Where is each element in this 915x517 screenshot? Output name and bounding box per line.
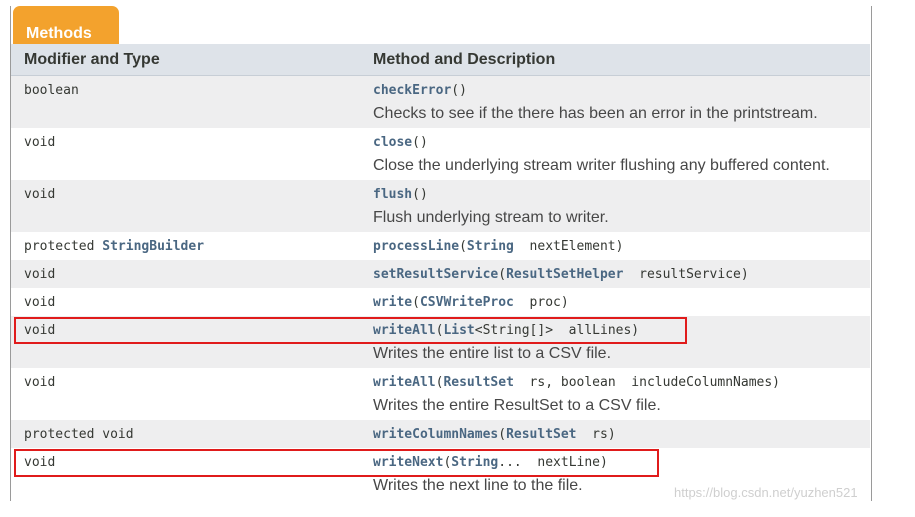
modifier-type: void xyxy=(24,375,56,390)
table-row: void flush() Flush underlying stream to … xyxy=(11,180,870,232)
highlight-box-writeAll xyxy=(14,317,687,344)
method-signature: processLine(String nextElement) xyxy=(373,239,624,254)
method-link-flush[interactable]: flush xyxy=(373,187,412,202)
modifier-type: protected StringBuilder xyxy=(24,239,205,254)
header-method-and-description: Method and Description xyxy=(373,51,556,68)
modifier-type: void xyxy=(24,295,56,310)
watermark: https://blog.csdn.net/yuzhen521 xyxy=(674,485,858,500)
method-signature: writeAll(ResultSet rs, boolean includeCo… xyxy=(373,375,781,390)
table-row: protected StringBuilder processLine(Stri… xyxy=(11,232,870,260)
methods-tab-label: Methods xyxy=(26,25,92,42)
method-link-writeAll[interactable]: writeAll xyxy=(373,375,436,390)
method-link-close[interactable]: close xyxy=(373,135,412,150)
method-description: Checks to see if the there has been an e… xyxy=(373,105,818,122)
method-description: Flush underlying stream to writer. xyxy=(373,209,609,226)
type-link-ResultSetHelper[interactable]: ResultSetHelper xyxy=(506,267,623,282)
header-modifier-and-type: Modifier and Type xyxy=(24,51,160,68)
method-signature: close() xyxy=(373,135,428,150)
modifier-type: boolean xyxy=(24,83,79,98)
method-link-checkError[interactable]: checkError xyxy=(373,83,451,98)
method-signature: writeColumnNames(ResultSet rs) xyxy=(373,427,616,442)
methods-tab[interactable]: Methods xyxy=(13,6,119,44)
modifier-type: void xyxy=(24,135,56,150)
method-link-writeColumnNames[interactable]: writeColumnNames xyxy=(373,427,498,442)
highlight-box-writeNext xyxy=(14,449,659,477)
table-row: void write(CSVWriteProc proc) xyxy=(11,288,870,316)
modifier-type: void xyxy=(24,267,56,282)
table-row: void writeAll(ResultSet rs, boolean incl… xyxy=(11,368,870,420)
table-row: protected void writeColumnNames(ResultSe… xyxy=(11,420,870,448)
type-link-CSVWriteProc[interactable]: CSVWriteProc xyxy=(420,295,514,310)
method-description: Writes the next line to the file. xyxy=(373,477,583,494)
table-row: void close() Close the underlying stream… xyxy=(11,128,870,180)
type-link-ResultSet[interactable]: ResultSet xyxy=(506,427,576,442)
method-link-write[interactable]: write xyxy=(373,295,412,310)
type-link-StringBuilder[interactable]: StringBuilder xyxy=(102,239,204,254)
method-link-processLine[interactable]: processLine xyxy=(373,239,459,254)
modifier-type: void xyxy=(24,187,56,202)
method-signature: flush() xyxy=(373,187,428,202)
method-signature: checkError() xyxy=(373,83,467,98)
method-link-setResultService[interactable]: setResultService xyxy=(373,267,498,282)
method-description: Writes the entire ResultSet to a CSV fil… xyxy=(373,397,661,414)
table-row: boolean checkError() Checks to see if th… xyxy=(11,76,870,128)
type-link-ResultSet[interactable]: ResultSet xyxy=(443,375,513,390)
modifier-type: protected void xyxy=(24,427,134,442)
table-header: Modifier and Type Method and Description xyxy=(11,44,870,76)
method-signature: write(CSVWriteProc proc) xyxy=(373,295,569,310)
method-signature: setResultService(ResultSetHelper resultS… xyxy=(373,267,749,282)
table-row: void setResultService(ResultSetHelper re… xyxy=(11,260,870,288)
method-description: Close the underlying stream writer flush… xyxy=(373,157,830,174)
method-description: Writes the entire list to a CSV file. xyxy=(373,345,612,362)
type-link-String[interactable]: String xyxy=(467,239,514,254)
